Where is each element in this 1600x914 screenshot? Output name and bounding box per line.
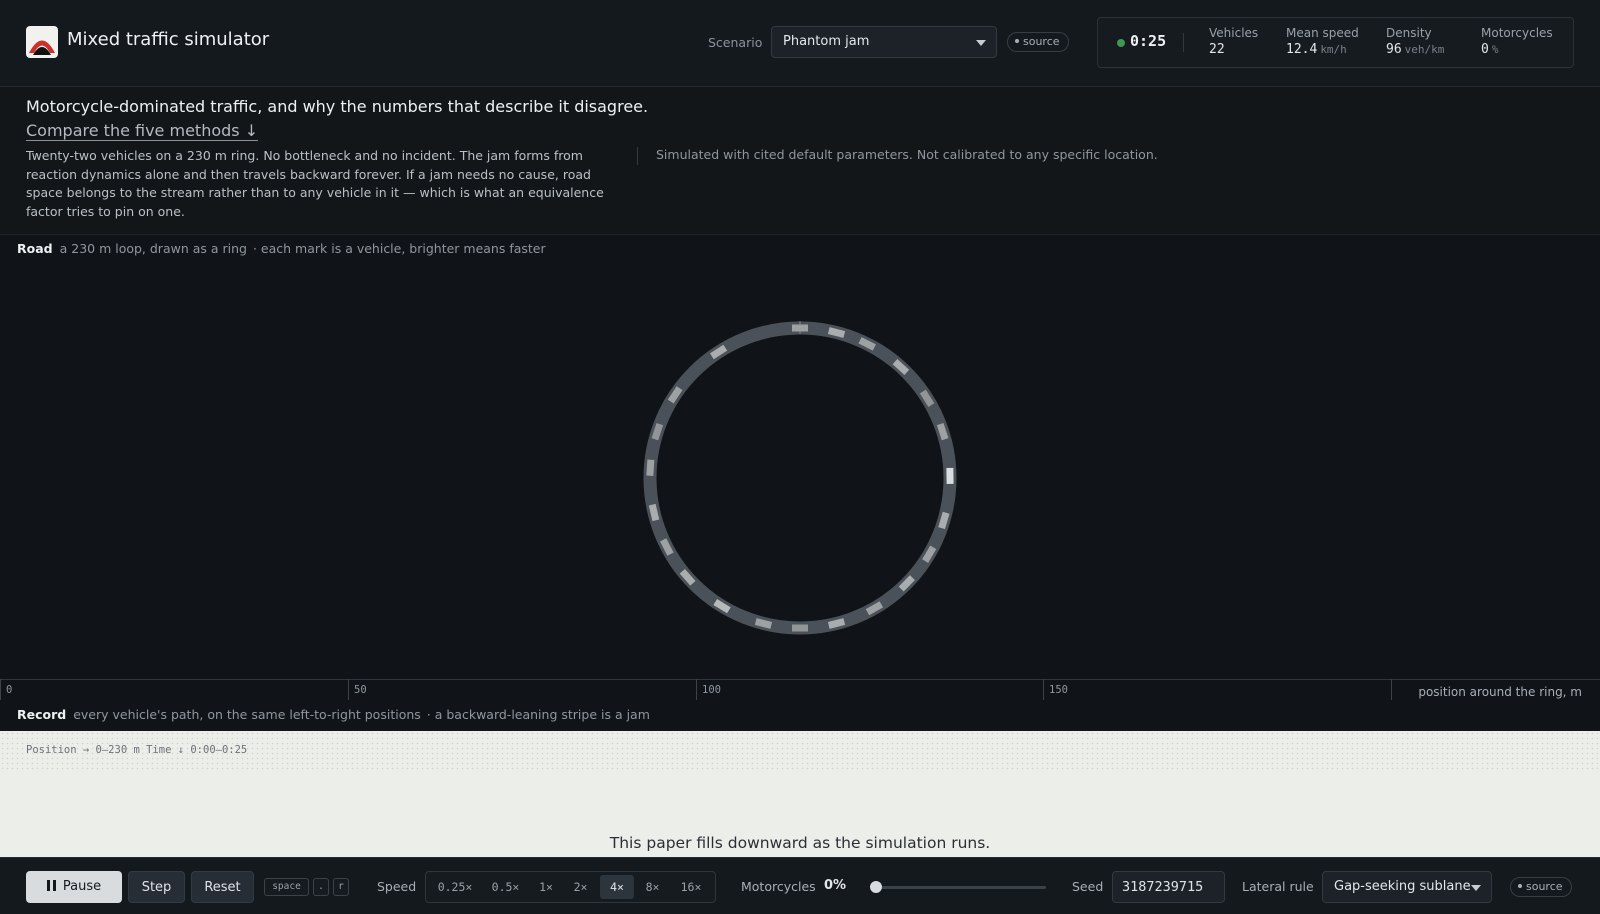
lateral-rule-value: Gap-seeking sublane [1334,879,1471,894]
record-title: Record [17,707,67,722]
scenario-label: Scenario [708,35,763,50]
stat-label: Density [1386,26,1432,40]
stat-density: Density 96 veh/km [1386,26,1444,57]
axis-tick-label: 150 [1049,684,1068,696]
record-caption: Record every vehicle's path, on the same … [17,707,650,722]
position-axis: 0 50 100 150 position around the ring, m [0,679,1600,701]
stat-label: Motorcycles [1481,26,1553,40]
divider [637,147,638,165]
pause-icon [46,880,56,891]
speed-option-4x[interactable]: 4× [600,875,634,899]
slider-thumb[interactable] [870,881,882,893]
calibration-disclaimer: Simulated with cited default parameters.… [656,147,1158,162]
axis-tick-label: 50 [354,684,367,696]
bullet-icon [1518,884,1522,888]
motorcycles-slider[interactable] [870,881,1046,893]
axis-tick [696,679,697,700]
speed-option-0.5x[interactable]: 0.5× [483,875,528,899]
step-button[interactable]: Step [128,871,185,903]
axis-tick [348,679,349,700]
road-title: Road [17,241,53,256]
record-subtitle: every vehicle's path, on the same left-t… [73,707,421,722]
shortcut-step: . [313,878,329,896]
record-note: · a backward-leaning stripe is a jam [426,707,650,722]
vehicle-mark [792,624,808,632]
lateral-source-link[interactable]: source [1510,877,1572,897]
motorcycles-value: 0% [824,878,847,893]
bullet-icon [1015,39,1019,43]
pause-label: Pause [62,879,102,894]
stat-unit: km/h [1320,43,1347,56]
intro-section: Motorcycle-dominated traffic, and why th… [0,87,1600,235]
time-space-record: Position → 0–230 m Time ↓ 0:00–0:25 This… [0,731,1600,857]
chevron-down-icon [1471,885,1481,891]
road-subtitle: a 230 m loop, drawn as a ring [59,241,247,256]
record-empty-message: This paper fills downward as the simulat… [609,834,991,852]
stat-mean-speed: Mean speed 12.4 km/h [1286,26,1359,57]
axis-tick-label: 0 [6,684,13,696]
compare-methods-link[interactable]: Compare the five methods ↓ [26,121,259,141]
axis-tick [1043,679,1044,700]
stat-motorcycles: Motorcycles 0% [1481,26,1553,57]
speed-option-0.25x[interactable]: 0.25× [429,875,481,899]
road-ring [643,321,957,635]
vehicle-mark [792,324,808,332]
stat-label: Vehicles [1209,26,1259,40]
stat-unit: veh/km [1404,43,1445,56]
stat-value: 12.4 [1286,42,1318,57]
divider [1183,33,1184,52]
source-label: source [1023,35,1060,48]
scenario-description: Twenty-two vehicles on a 230 m ring. No … [26,148,604,219]
top-bar: Mixed traffic simulator Scenario Phantom… [0,0,1600,87]
speed-label: Speed [377,879,417,894]
scenario-value: Phantom jam [783,34,870,49]
stat-value: 22 [1209,42,1225,57]
stat-value: 96 [1386,42,1402,57]
motorcycles-label: Motorcycles [741,879,816,894]
vehicle-mark [946,467,954,484]
speed-selector: 0.25× 0.5× 1× 2× 4× 8× 16× [425,871,716,903]
reset-button[interactable]: Reset [191,871,254,903]
road-note: · each mark is a vehicle, brighter means… [252,241,546,256]
stats-panel: 0:25 Vehicles 22 Mean speed 12.4 km/h Den… [1097,17,1574,68]
stat-value: 0 [1481,42,1489,57]
shortcut-reset: r [333,878,349,896]
road-caption: Road a 230 m loop, drawn as a ring · each … [17,241,546,256]
axis-line [0,679,1600,680]
page-headline: Motorcycle-dominated traffic, and why th… [26,97,649,116]
scenario-dropdown[interactable]: Phantom jam [771,26,997,58]
speed-option-8x[interactable]: 8× [636,875,669,899]
seed-input[interactable]: 3187239715 [1112,871,1225,903]
bottom-toolbar: Pause Step Reset space . r Speed 0.25× 0… [0,857,1600,914]
speed-option-2x[interactable]: 2× [564,875,597,899]
axis-tick [0,679,1,700]
speed-option-16x[interactable]: 16× [671,875,711,899]
record-axes-meta: Position → 0–230 m Time ↓ 0:00–0:25 [26,744,248,756]
app-logo [26,26,58,58]
shortcut-space: space [264,878,309,896]
source-label: source [1526,880,1563,893]
axis-tick-label: 100 [702,684,721,696]
scenario-source-link[interactable]: source [1007,32,1069,52]
vehicle-mark [646,459,655,476]
seed-label: Seed [1072,879,1104,894]
pause-button[interactable]: Pause [26,871,122,903]
chevron-down-icon [976,40,986,46]
speed-option-1x[interactable]: 1× [530,875,562,899]
app-title: Mixed traffic simulator [67,29,270,50]
lateral-rule-label: Lateral rule [1242,879,1314,894]
stat-vehicles: Vehicles 22 [1209,26,1258,57]
running-status-icon [1117,39,1125,47]
lateral-rule-dropdown[interactable]: Gap-seeking sublane [1322,871,1492,903]
sim-clock: 0:25 [1130,32,1167,50]
axis-tick [1391,679,1392,700]
axis-title: position around the ring, m [1418,685,1582,699]
stat-unit: % [1491,43,1499,56]
stat-label: Mean speed [1286,26,1359,40]
